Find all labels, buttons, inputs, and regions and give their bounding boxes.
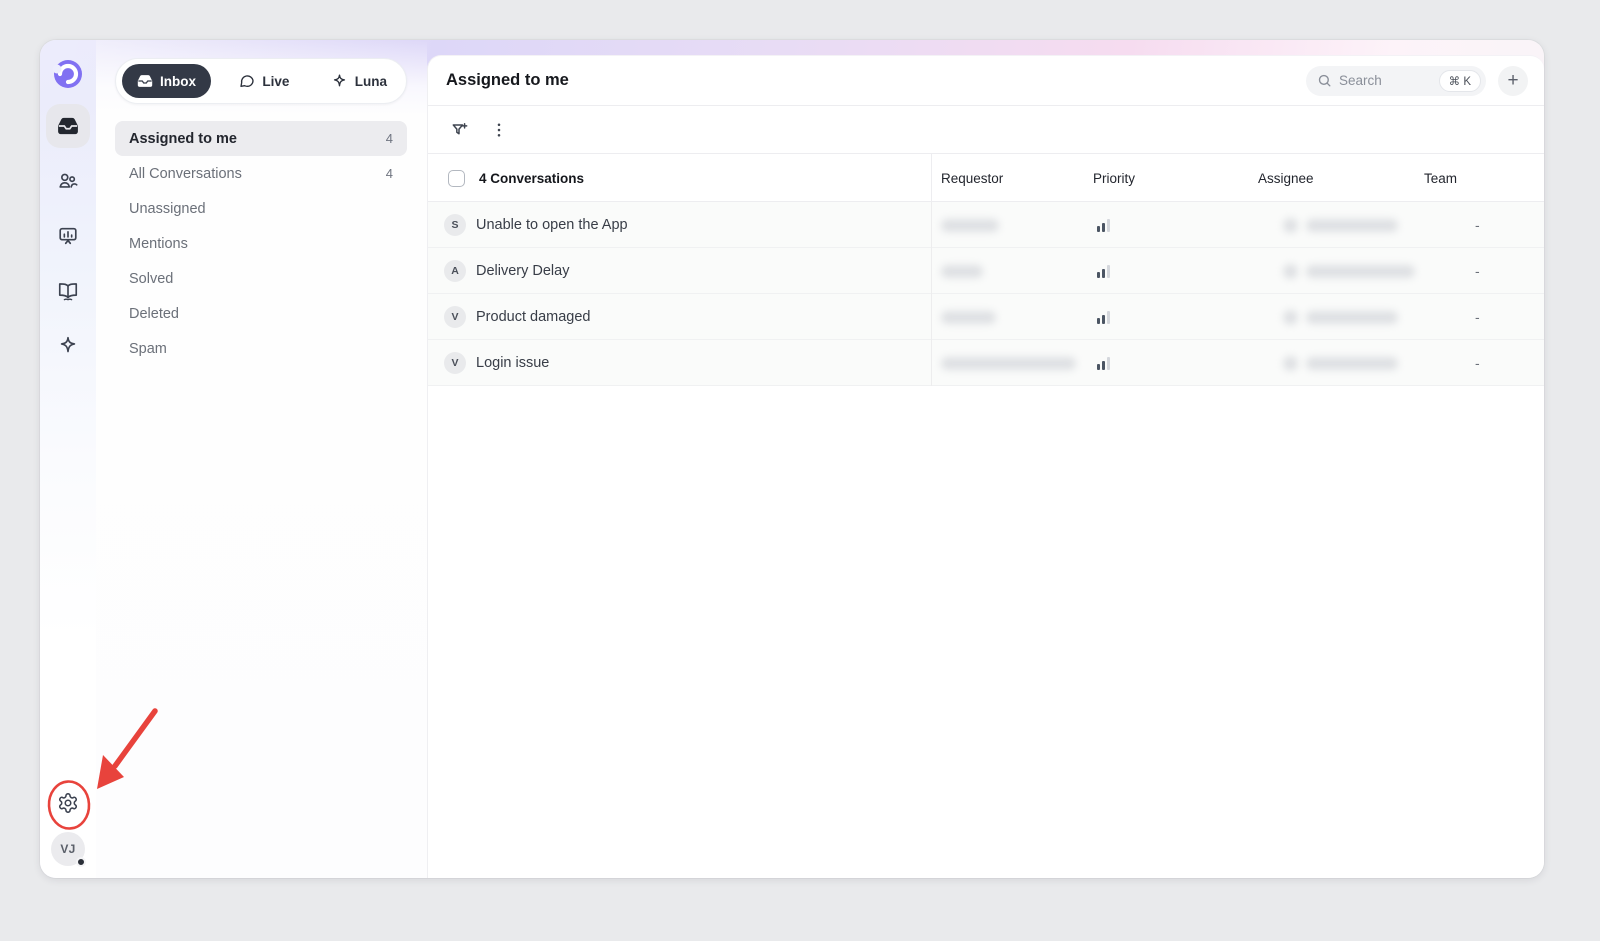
icon-rail: VJ [40, 40, 96, 878]
sidebar-item-count: 4 [386, 166, 393, 181]
search-placeholder: Search [1339, 73, 1432, 88]
assignee-name-redacted [1306, 219, 1398, 232]
tab-live-label: Live [262, 74, 289, 89]
search-shortcut-badge: ⌘ K [1439, 70, 1481, 92]
tab-inbox-label: Inbox [160, 74, 196, 89]
team-value: - [1415, 340, 1544, 386]
sidebar-item-label: All Conversations [129, 166, 242, 182]
rail-inbox-icon[interactable] [46, 104, 90, 148]
add-filter-icon[interactable] [450, 120, 470, 140]
requestor-redacted [941, 219, 999, 232]
priority-indicator-icon [1084, 202, 1249, 248]
priority-indicator-icon [1084, 294, 1249, 340]
assignee-name-redacted [1306, 265, 1415, 278]
page-title: Assigned to me [446, 71, 569, 90]
main-panel: Assigned to me Search ⌘ K + [427, 55, 1544, 878]
conversation-subject: Unable to open the App [476, 217, 628, 233]
table-header: 4 Conversations Requestor Priority Assig… [428, 154, 1544, 202]
chat-bubble-icon [239, 73, 255, 89]
table-row[interactable]: A Delivery Delay - [428, 248, 1544, 294]
requestor-redacted [941, 265, 983, 278]
workspace-tabbar: Inbox Live Luna [115, 58, 407, 104]
sidebar-item-label: Deleted [129, 306, 179, 322]
inbox-sidebar: Inbox Live Luna Assigned to me 4 Al [96, 40, 427, 878]
conversation-count: 4 Conversations [479, 171, 584, 186]
search-input[interactable]: Search ⌘ K [1306, 66, 1486, 96]
assignee-avatar-redacted [1283, 310, 1298, 325]
requestor-redacted [941, 357, 1076, 370]
sidebar-item-unassigned[interactable]: Unassigned [115, 191, 407, 226]
table-row[interactable]: V Product damaged - [428, 294, 1544, 340]
tab-inbox[interactable]: Inbox [122, 64, 211, 98]
inbox-icon [137, 73, 153, 89]
row-source-badge: V [444, 352, 466, 374]
conversation-subject: Login issue [476, 355, 549, 371]
assignee-avatar-redacted [1283, 356, 1298, 371]
app-window: VJ Inbox Live [40, 40, 1544, 878]
rail-luna-icon[interactable] [56, 334, 80, 358]
sidebar-item-assigned-to-me[interactable]: Assigned to me 4 [115, 121, 407, 156]
table-row[interactable]: S Unable to open the App - [428, 202, 1544, 248]
sidebar-item-label: Solved [129, 271, 173, 287]
inbox-nav-list: Assigned to me 4 All Conversations 4 Una… [115, 121, 407, 366]
row-source-badge: V [444, 306, 466, 328]
sidebar-item-solved[interactable]: Solved [115, 261, 407, 296]
tab-luna-label: Luna [355, 74, 387, 89]
sidebar-item-mentions[interactable]: Mentions [115, 226, 407, 261]
column-header-priority[interactable]: Priority [1084, 171, 1249, 186]
sidebar-item-label: Unassigned [129, 201, 206, 217]
team-value: - [1415, 248, 1544, 294]
sidebar-item-all-conversations[interactable]: All Conversations 4 [115, 156, 407, 191]
sidebar-item-label: Mentions [129, 236, 188, 252]
more-options-icon[interactable] [490, 121, 508, 139]
priority-indicator-icon [1084, 340, 1249, 386]
avatar-initials: VJ [60, 842, 75, 856]
assignee-name-redacted [1306, 357, 1398, 370]
sidebar-item-spam[interactable]: Spam [115, 331, 407, 366]
conversation-subject: Product damaged [476, 309, 590, 325]
settings-gear-icon[interactable] [49, 784, 87, 822]
search-icon [1317, 73, 1332, 88]
requestor-redacted [941, 311, 996, 324]
sidebar-item-deleted[interactable]: Deleted [115, 296, 407, 331]
assignee-avatar-redacted [1283, 218, 1298, 233]
assignee-name-redacted [1306, 311, 1398, 324]
rail-contacts-icon[interactable] [56, 169, 80, 193]
select-all-checkbox[interactable] [448, 170, 465, 187]
priority-indicator-icon [1084, 248, 1249, 294]
sidebar-item-label: Assigned to me [129, 131, 237, 147]
row-source-badge: A [444, 260, 466, 282]
table-row[interactable]: V Login issue - [428, 340, 1544, 386]
team-value: - [1415, 202, 1544, 248]
sidebar-item-label: Spam [129, 341, 167, 357]
tab-luna[interactable]: Luna [318, 64, 400, 98]
status-dot [76, 857, 86, 867]
conversation-subject: Delivery Delay [476, 263, 569, 279]
row-source-badge: S [444, 214, 466, 236]
list-toolbar [428, 106, 1544, 154]
sidebar-item-count: 4 [386, 131, 393, 146]
team-value: - [1415, 294, 1544, 340]
tab-live[interactable]: Live [226, 64, 302, 98]
main-header: Assigned to me Search ⌘ K + [428, 56, 1544, 106]
brand-logo-icon [50, 56, 86, 92]
rail-analytics-icon[interactable] [56, 224, 80, 248]
user-avatar[interactable]: VJ [51, 832, 85, 866]
add-conversation-button[interactable]: + [1498, 66, 1528, 96]
assignee-avatar-redacted [1283, 264, 1298, 279]
column-header-assignee[interactable]: Assignee [1249, 171, 1415, 186]
column-header-team[interactable]: Team [1415, 171, 1544, 186]
luna-spark-icon [331, 73, 348, 90]
column-header-requestor[interactable]: Requestor [932, 171, 1084, 186]
rail-knowledge-icon[interactable] [56, 279, 80, 303]
